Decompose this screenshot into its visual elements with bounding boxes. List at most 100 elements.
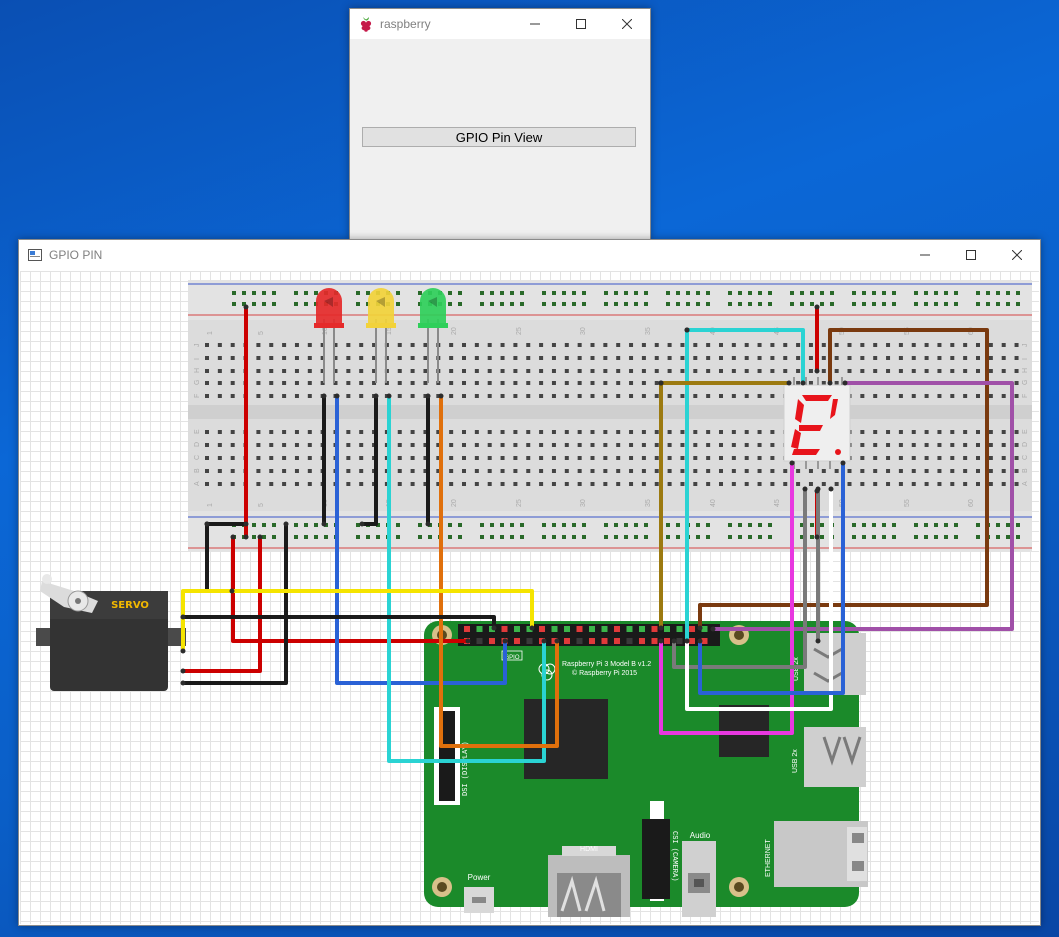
rail-hole: [810, 291, 814, 295]
breadboard-hole: [744, 356, 749, 360]
breadboard-hole: [282, 381, 287, 385]
breadboard-hole: [307, 369, 312, 373]
rail-hole: [304, 523, 308, 527]
column-number: 45: [774, 499, 781, 507]
breadboard-hole: [886, 469, 891, 473]
rail-hole: [914, 535, 918, 539]
column-number: 5: [258, 331, 265, 335]
breadboard-hole: [641, 343, 646, 347]
rail-hole: [644, 302, 648, 306]
gpio-pin: [614, 638, 620, 644]
breadboard-hole: [346, 482, 351, 486]
rail-hole: [252, 291, 256, 295]
breadboard-hole: [474, 482, 479, 486]
gpio-pin: [589, 638, 595, 644]
breadboard-hole: [937, 394, 942, 398]
rail-hole: [862, 523, 866, 527]
row-letter: D: [1022, 442, 1029, 447]
breadboard-hole: [731, 430, 736, 434]
raspberry-titlebar[interactable]: raspberry: [350, 9, 650, 39]
breadboard-hole: [474, 443, 479, 447]
gpio-pin: [639, 626, 645, 632]
row-letter: J: [194, 344, 201, 348]
breadboard-hole: [898, 456, 903, 460]
gpio-pin: [601, 638, 608, 644]
maximize-button[interactable]: [558, 9, 604, 39]
breadboard-hole: [539, 369, 544, 373]
rail-hole: [314, 291, 318, 295]
rail-hole: [892, 523, 896, 527]
rail-hole: [428, 535, 432, 539]
breadboard-hole: [808, 482, 813, 486]
rail-hole: [892, 291, 896, 295]
minimize-button[interactable]: [512, 9, 558, 39]
breadboard-hole: [988, 369, 993, 373]
breadboard-hole: [808, 469, 813, 473]
row-letter: E: [194, 429, 201, 434]
breadboard-hole: [719, 456, 723, 460]
breadboard-hole: [410, 482, 415, 486]
row-letter: G: [194, 380, 201, 385]
breadboard-hole: [256, 456, 261, 460]
led-rim: [418, 323, 448, 328]
rail-hole: [552, 523, 556, 527]
breadboard-hole: [307, 469, 312, 473]
gpio-minimize-button[interactable]: [902, 240, 948, 270]
rail-hole: [366, 535, 370, 539]
gpio-pin-view-button[interactable]: GPIO Pin View: [362, 127, 636, 147]
gpio-titlebar[interactable]: GPIO PIN: [19, 240, 1040, 270]
gpio-pin: [664, 638, 670, 644]
breadboard-hole: [976, 356, 980, 360]
rail-hole: [954, 302, 958, 306]
rail-hole: [510, 523, 514, 527]
breadboard-hole: [796, 381, 801, 385]
led-rim: [314, 323, 344, 328]
rail-hole: [1006, 523, 1010, 527]
breadboard-hole: [346, 369, 351, 373]
ethernet-label: ETHERNET: [765, 839, 772, 877]
breadboard-hole: [410, 343, 415, 347]
breadboard-hole: [513, 394, 518, 398]
breadboard-hole: [629, 443, 634, 447]
breadboard-hole: [706, 456, 711, 460]
breadboard-hole: [667, 482, 672, 486]
red-wire: [181, 535, 262, 673]
breadboard-hole: [770, 356, 775, 360]
breadboard-hole: [1001, 482, 1006, 486]
rail-hole: [572, 523, 576, 527]
breadboard-hole: [847, 343, 852, 347]
rail-hole: [954, 523, 958, 527]
column-number: 25: [516, 327, 523, 335]
rail-hole: [324, 535, 328, 539]
breadboard-hole: [294, 381, 299, 385]
breadboard-hole: [898, 369, 903, 373]
wire-end: [230, 534, 236, 540]
breadboard-hole: [449, 482, 454, 486]
breadboard-hole: [757, 369, 762, 373]
breadboard-hole: [294, 369, 299, 373]
breadboard-hole: [513, 469, 518, 473]
breadboard-hole: [783, 482, 788, 486]
rail-hole: [562, 302, 566, 306]
rail-hole: [852, 523, 856, 527]
gpio-maximize-button[interactable]: [948, 240, 994, 270]
rail-hole: [304, 535, 308, 539]
breadboard-hole: [526, 469, 531, 473]
rail-hole: [572, 291, 576, 295]
breadboard-hole: [217, 369, 222, 373]
rail-hole: [510, 291, 514, 295]
wire-end: [800, 380, 806, 386]
breadboard-hole: [590, 381, 595, 385]
breadboard-hole: [269, 456, 274, 460]
breadboard-hole: [719, 394, 723, 398]
rail-hole: [572, 535, 576, 539]
breadboard-hole: [590, 456, 595, 460]
breadboard-hole: [564, 343, 569, 347]
breadboard-hole: [462, 456, 466, 460]
rail-hole: [934, 302, 938, 306]
breadboard-hole: [526, 443, 531, 447]
close-button[interactable]: [604, 9, 650, 39]
rail-hole: [294, 302, 298, 306]
gpio-close-button[interactable]: [994, 240, 1040, 270]
breadboard-hole: [282, 443, 287, 447]
